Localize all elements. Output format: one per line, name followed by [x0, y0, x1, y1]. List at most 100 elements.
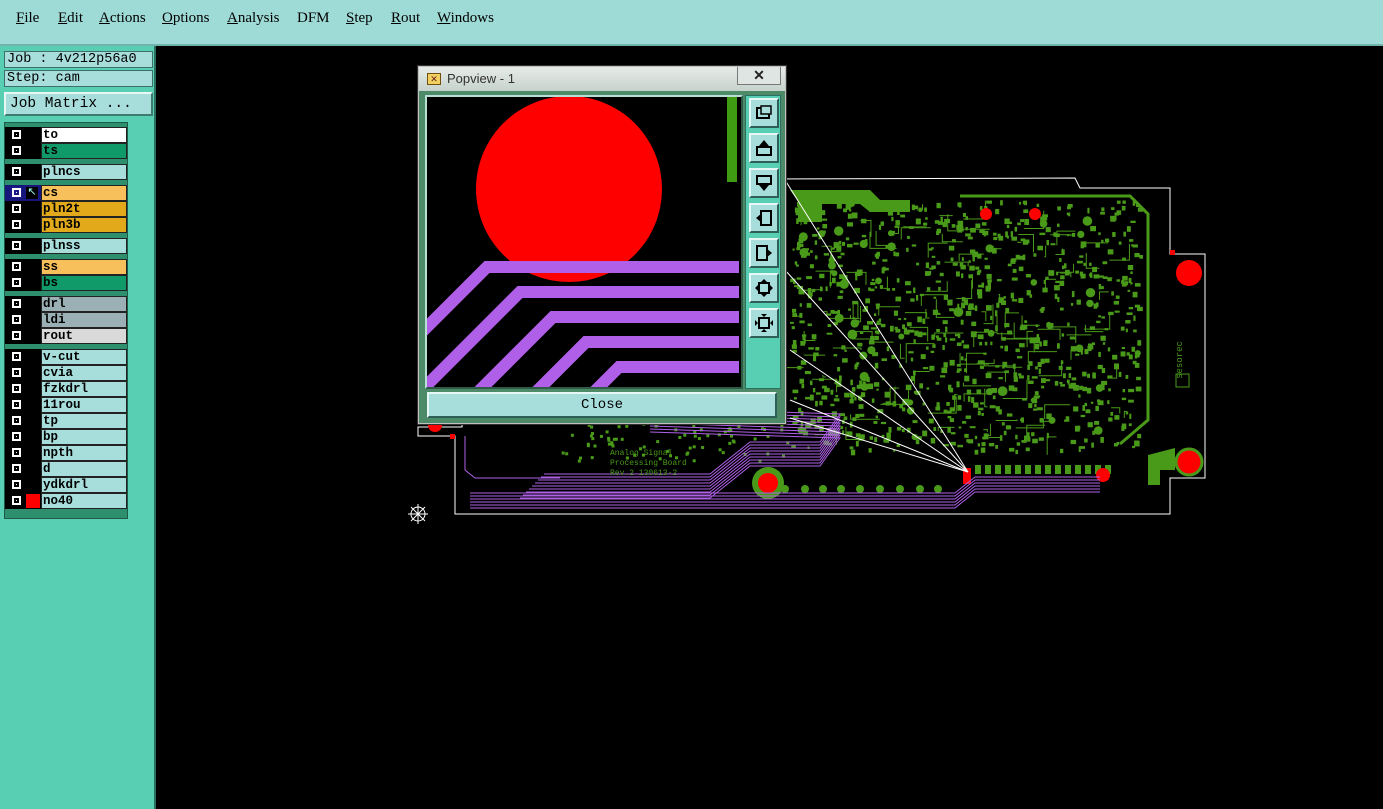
layer-row-cs[interactable]: ↖ cs [5, 185, 129, 201]
layer-name[interactable]: ts [41, 143, 127, 159]
layer-name[interactable]: v-cut [41, 349, 127, 365]
layer-row-ss[interactable]: ss [5, 259, 129, 275]
layer-name[interactable]: cvia [41, 365, 127, 381]
layer-checkbox[interactable] [11, 415, 22, 426]
layer-checkbox[interactable] [11, 166, 22, 177]
smd-pad [1022, 240, 1029, 245]
smd-pad [922, 318, 926, 324]
menu-rout[interactable]: Rout [391, 10, 420, 27]
popview-titlebar[interactable]: ✕ Popview - 1 ✕ [419, 67, 785, 91]
layer-checkbox[interactable] [11, 145, 22, 156]
layer-row-npth[interactable]: npth [5, 445, 129, 461]
layer-checkbox[interactable] [11, 383, 22, 394]
layer-row-to[interactable]: to [5, 127, 129, 143]
popview-close-button[interactable]: Close [427, 392, 777, 418]
smd-pad [922, 430, 928, 437]
menu-edit[interactable]: Edit [58, 10, 83, 27]
pan-down-button[interactable] [749, 168, 779, 198]
layer-checkbox[interactable] [11, 261, 22, 272]
layer-row-11rou[interactable]: 11rou [5, 397, 129, 413]
layer-row-rout[interactable]: rout [5, 328, 129, 344]
pan-up-button[interactable] [749, 133, 779, 163]
layer-name[interactable]: plncs [41, 164, 127, 180]
layer-name[interactable]: 11rou [41, 397, 127, 413]
layer-checkbox[interactable] [11, 351, 22, 362]
layer-row-d[interactable]: d [5, 461, 129, 477]
layer-name[interactable]: plnss [41, 238, 127, 254]
zoom-in-button[interactable] [749, 273, 779, 303]
window-close-button[interactable]: ✕ [737, 67, 781, 85]
layer-row-pln3b[interactable]: pln3b [5, 217, 129, 233]
layer-name[interactable]: fzkdrl [41, 381, 127, 397]
layer-row-drl[interactable]: drl [5, 296, 129, 312]
smd-pad [1125, 375, 1129, 379]
layer-name[interactable]: to [41, 127, 127, 143]
smd-pad [1039, 418, 1043, 423]
layer-name[interactable]: pln3b [41, 217, 127, 233]
layer-name[interactable]: npth [41, 445, 127, 461]
smd-pad [1027, 364, 1030, 370]
layer-row-tp[interactable]: tp [5, 413, 129, 429]
layer-name[interactable]: bs [41, 275, 127, 291]
layer-row-cvia[interactable]: cvia [5, 365, 129, 381]
popview-zoom-view[interactable] [425, 95, 743, 389]
zoom-out-button[interactable] [749, 308, 779, 338]
menu-file[interactable]: File [16, 10, 39, 27]
layer-checkbox[interactable] [11, 240, 22, 251]
layer-checkbox[interactable] [11, 447, 22, 458]
layer-checkbox[interactable] [11, 463, 22, 474]
smd-pad [936, 261, 941, 265]
layer-row-plncs[interactable]: plncs [5, 164, 129, 180]
layer-checkbox[interactable] [11, 187, 22, 198]
layer-name[interactable]: ss [41, 259, 127, 275]
layer-checkbox[interactable] [11, 479, 22, 490]
menu-windows[interactable]: Windows [437, 10, 494, 27]
layer-row-bs[interactable]: bs [5, 275, 129, 291]
layer-checkbox[interactable] [11, 431, 22, 442]
layer-checkbox[interactable] [11, 495, 22, 506]
layer-name[interactable]: pln2t [41, 201, 127, 217]
pan-right-button[interactable] [749, 238, 779, 268]
menu-actions[interactable]: Actions [99, 10, 146, 27]
layer-row-bp[interactable]: bp [5, 429, 129, 445]
job-matrix-button[interactable]: Job Matrix ... [4, 92, 153, 116]
layer-row-no40[interactable]: no40 [5, 493, 129, 509]
layer-name[interactable]: d [41, 461, 127, 477]
menu-analysis[interactable]: Analysis [227, 10, 280, 27]
layer-name[interactable]: tp [41, 413, 127, 429]
smd-pad [1128, 277, 1132, 284]
layer-row-ydkdrl[interactable]: ydkdrl [5, 477, 129, 493]
layer-name[interactable]: cs [41, 185, 127, 201]
layer-row-fzkdrl[interactable]: fzkdrl [5, 381, 129, 397]
layer-checkbox[interactable] [11, 219, 22, 230]
menu-dfm[interactable]: DFM [297, 10, 330, 27]
trace [894, 227, 899, 235]
layer-row-ldi[interactable]: ldi [5, 312, 129, 328]
layer-checkbox[interactable] [11, 367, 22, 378]
menu-options[interactable]: Options [162, 10, 210, 27]
layer-checkbox[interactable] [11, 277, 22, 288]
layer-name[interactable]: ldi [41, 312, 127, 328]
layer-checkbox[interactable] [11, 129, 22, 140]
popview-window[interactable]: ✕ Popview - 1 ✕ Close [418, 66, 786, 424]
layer-checkbox[interactable] [11, 203, 22, 214]
menu-step[interactable]: Step [346, 10, 373, 27]
layer-name[interactable]: bp [41, 429, 127, 445]
smd-pad [902, 407, 906, 412]
layer-checkbox[interactable] [11, 399, 22, 410]
layer-row-pln2t[interactable]: pln2t [5, 201, 129, 217]
layer-checkbox[interactable] [11, 298, 22, 309]
smd-pad [827, 324, 832, 327]
layer-name[interactable]: no40 [41, 493, 127, 509]
pan-left-button[interactable] [749, 203, 779, 233]
smd-pad [941, 367, 948, 374]
layer-name[interactable]: rout [41, 328, 127, 344]
layer-row-plnss[interactable]: plnss [5, 238, 129, 254]
layer-row-v-cut[interactable]: v-cut [5, 349, 129, 365]
zoom-fit-button[interactable] [749, 98, 779, 128]
layer-name[interactable]: drl [41, 296, 127, 312]
layer-name[interactable]: ydkdrl [41, 477, 127, 493]
layer-checkbox[interactable] [11, 314, 22, 325]
layer-checkbox[interactable] [11, 330, 22, 341]
layer-row-ts[interactable]: ts [5, 143, 129, 159]
